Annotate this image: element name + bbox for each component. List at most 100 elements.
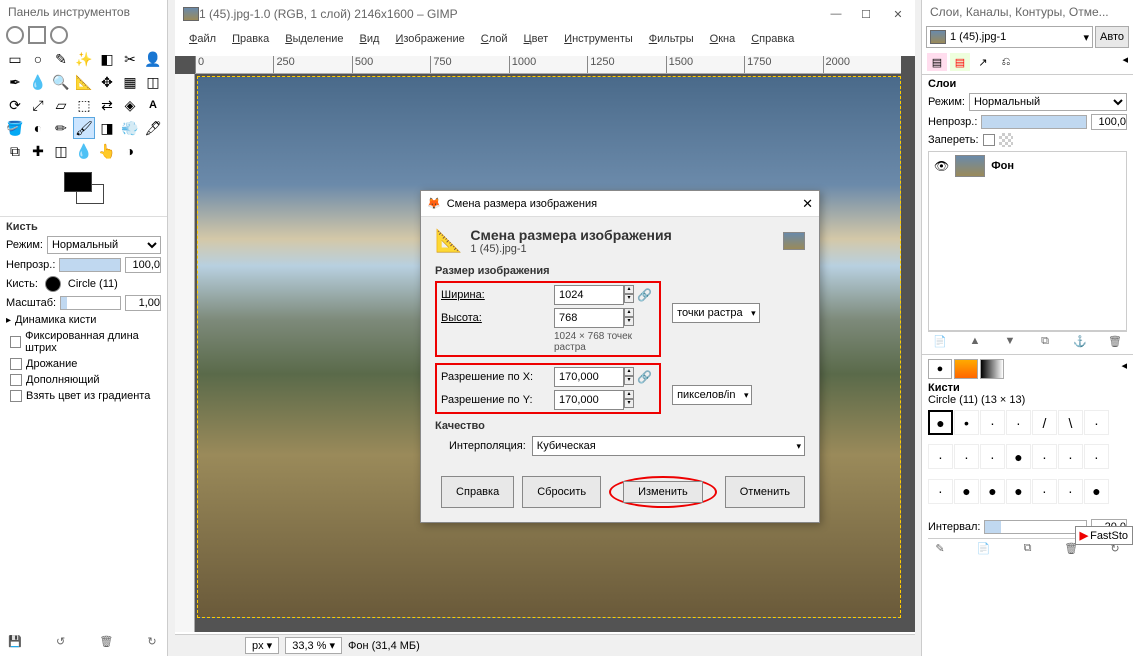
- reset-options-icon[interactable]: ↻: [143, 632, 161, 650]
- lock-pixels-checkbox[interactable]: [983, 134, 995, 146]
- change-button[interactable]: Изменить: [623, 481, 703, 503]
- brush-cell[interactable]: ∙: [928, 479, 953, 504]
- menu-windows[interactable]: Окна: [702, 30, 744, 48]
- cage-tool[interactable]: ◈: [119, 94, 141, 116]
- dodge-tool[interactable]: ◑: [119, 140, 141, 162]
- duplicate-layer-icon[interactable]: ⧉: [1037, 335, 1053, 348]
- pencil-tool[interactable]: ✏: [50, 117, 72, 139]
- align-tool[interactable]: ▦: [119, 71, 141, 93]
- paths-tool[interactable]: ✒: [4, 71, 26, 93]
- width-input[interactable]: [554, 285, 624, 305]
- rect-select-tool[interactable]: ▭: [4, 48, 26, 70]
- menu-file[interactable]: Файл: [181, 30, 224, 48]
- interp-select[interactable]: Кубическая: [532, 436, 805, 456]
- blur-tool[interactable]: 💧: [73, 140, 95, 162]
- brush-cell[interactable]: ·: [928, 444, 953, 469]
- layer-opacity-slider[interactable]: [981, 115, 1087, 129]
- brush-cell[interactable]: ∙: [1006, 410, 1031, 435]
- flip-tool[interactable]: ⇄: [96, 94, 118, 116]
- perspective-clone-tool[interactable]: ◫: [50, 140, 72, 162]
- brush-cell[interactable]: ●: [928, 410, 953, 435]
- text-tool[interactable]: A: [142, 94, 164, 116]
- measure-tool[interactable]: 📐: [73, 71, 95, 93]
- new-layer-icon[interactable]: 📄: [932, 335, 948, 348]
- width-up[interactable]: ▴: [624, 285, 634, 294]
- brush-cell[interactable]: ●: [954, 479, 979, 504]
- delete-options-icon[interactable]: 🗑: [97, 632, 115, 650]
- size-unit-select[interactable]: точки растра: [672, 303, 760, 323]
- resy-down[interactable]: ▾: [624, 399, 634, 408]
- dialog-close-button[interactable]: ✕: [802, 196, 813, 212]
- brush-cell[interactable]: ·: [1058, 444, 1083, 469]
- rotate-tool[interactable]: ⟳: [4, 94, 26, 116]
- interval-slider[interactable]: [984, 520, 1087, 534]
- save-options-icon[interactable]: 💾: [6, 632, 24, 650]
- brush-cell[interactable]: ●: [1084, 479, 1109, 504]
- brush-cell[interactable]: ●: [1006, 444, 1031, 469]
- foreground-tool[interactable]: 👤: [142, 48, 164, 70]
- brush-menu-icon[interactable]: ◂: [1121, 359, 1127, 379]
- help-button[interactable]: Справка: [441, 476, 514, 508]
- crop-tool[interactable]: ◫: [142, 71, 164, 93]
- fg-bg-colors[interactable]: [54, 170, 114, 210]
- raise-layer-icon[interactable]: ▲: [967, 335, 983, 348]
- resy-up[interactable]: ▴: [624, 390, 634, 399]
- color-picker-tool[interactable]: 💧: [27, 71, 49, 93]
- menu-layer[interactable]: Слой: [473, 30, 516, 48]
- gradients-tab[interactable]: [980, 359, 1004, 379]
- layer-opacity-input[interactable]: [1091, 114, 1127, 130]
- edit-brush-icon[interactable]: ✎: [932, 542, 948, 555]
- opacity-input[interactable]: [125, 257, 161, 273]
- menu-edit[interactable]: Правка: [224, 30, 277, 48]
- scale-tool[interactable]: ⤢: [27, 94, 49, 116]
- menu-filters[interactable]: Фильтры: [641, 30, 702, 48]
- layer-row[interactable]: 👁 Фон: [929, 152, 1126, 180]
- dock-menu-icon[interactable]: ◂: [1122, 53, 1128, 71]
- gradient-color-checkbox[interactable]: [10, 390, 22, 402]
- menu-view[interactable]: Вид: [352, 30, 388, 48]
- undo-tab-icon[interactable]: ⎌: [996, 53, 1016, 71]
- link-icon[interactable]: 🔗: [637, 288, 655, 302]
- image-select[interactable]: 1 (45).jpg-1▾: [926, 26, 1093, 48]
- zoom-tool[interactable]: 🔍: [50, 71, 72, 93]
- res-unit-select[interactable]: пикселов/in: [672, 385, 752, 405]
- bucket-tool[interactable]: 🪣: [4, 117, 26, 139]
- jitter-checkbox[interactable]: [10, 358, 22, 370]
- channels-tab-icon[interactable]: ▤: [950, 53, 970, 71]
- brush-cell[interactable]: ∙: [1058, 479, 1083, 504]
- smudge-tool[interactable]: 👆: [96, 140, 118, 162]
- scale-input[interactable]: [125, 295, 161, 311]
- mode-select[interactable]: Нормальный: [47, 236, 161, 254]
- brush-cell[interactable]: •: [954, 410, 979, 435]
- menu-tools[interactable]: Инструменты: [556, 30, 641, 48]
- resy-input[interactable]: [554, 390, 624, 410]
- brush-cell[interactable]: ●: [1006, 479, 1031, 504]
- layers-tab-icon[interactable]: ▤: [927, 53, 947, 71]
- scissors-tool[interactable]: ✂: [119, 48, 141, 70]
- dynamics-label[interactable]: Динамика кисти: [15, 314, 96, 326]
- menu-select[interactable]: Выделение: [277, 30, 351, 48]
- height-up[interactable]: ▴: [624, 308, 634, 317]
- height-input[interactable]: [554, 308, 624, 328]
- minimize-button[interactable]: —: [821, 0, 851, 28]
- brush-cell[interactable]: ·: [1032, 444, 1057, 469]
- patterns-tab[interactable]: [954, 359, 978, 379]
- resx-input[interactable]: [554, 367, 624, 387]
- width-down[interactable]: ▾: [624, 294, 634, 303]
- ink-tool[interactable]: 🖋: [142, 117, 164, 139]
- new-brush-icon[interactable]: 📄: [976, 542, 992, 555]
- brush-cell[interactable]: /: [1032, 410, 1057, 435]
- anchor-layer-icon[interactable]: ⚓: [1072, 335, 1088, 348]
- delete-layer-icon[interactable]: 🗑: [1107, 335, 1123, 348]
- paintbrush-tool[interactable]: 🖌: [73, 117, 95, 139]
- eraser-tool[interactable]: ◨: [96, 117, 118, 139]
- brush-cell[interactable]: \: [1058, 410, 1083, 435]
- incremental-checkbox[interactable]: [10, 374, 22, 386]
- brush-cell[interactable]: ●: [980, 479, 1005, 504]
- dup-brush-icon[interactable]: ⧉: [1020, 542, 1036, 555]
- blend-tool[interactable]: ◐: [27, 117, 49, 139]
- close-button[interactable]: ✕: [881, 0, 915, 28]
- auto-button[interactable]: Авто: [1095, 26, 1129, 48]
- heal-tool[interactable]: ✚: [27, 140, 49, 162]
- menu-color[interactable]: Цвет: [516, 30, 557, 48]
